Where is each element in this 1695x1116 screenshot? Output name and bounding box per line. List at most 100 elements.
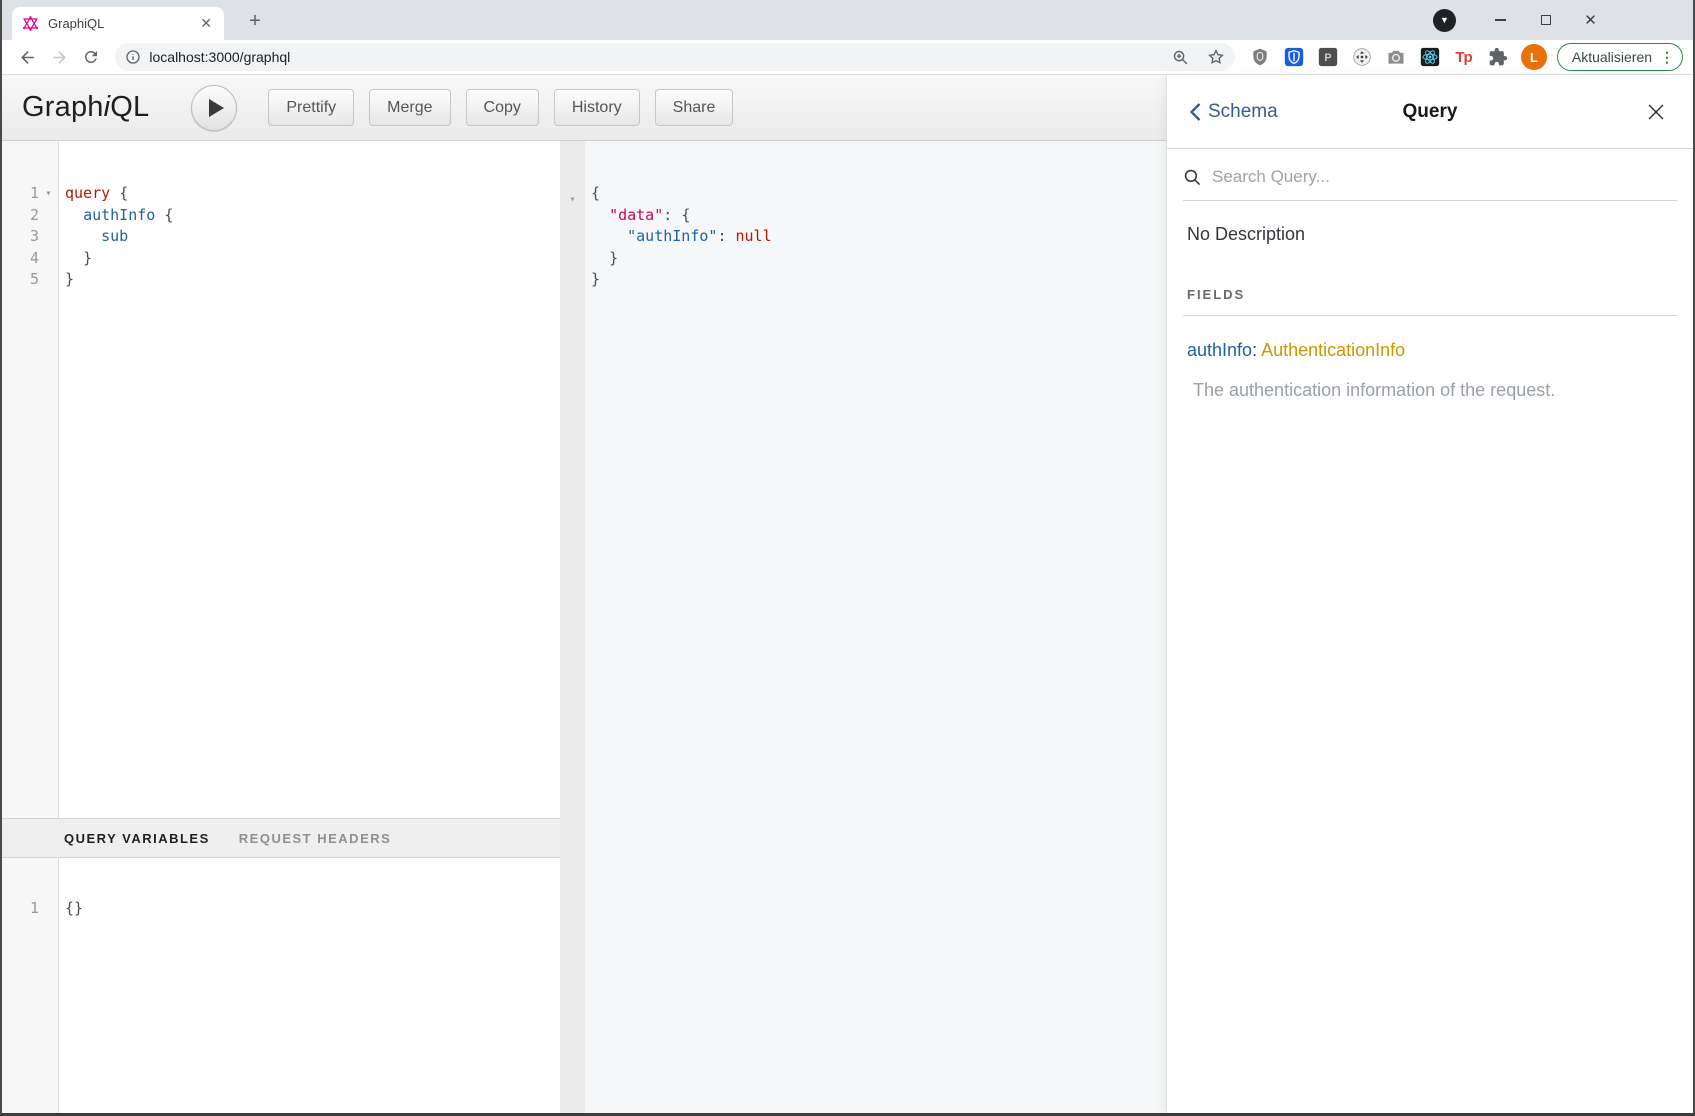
forward-icon[interactable] bbox=[46, 43, 74, 71]
tampermonkey-icon[interactable]: Tp bbox=[1453, 47, 1474, 68]
ublock-icon[interactable] bbox=[1249, 47, 1270, 68]
kebab-menu-icon[interactable]: ⋮ bbox=[1660, 49, 1674, 66]
search-icon bbox=[1183, 168, 1202, 187]
merge-button[interactable]: Merge bbox=[369, 89, 450, 126]
tab-query-variables[interactable]: QUERY VARIABLES bbox=[64, 831, 210, 846]
query-editor-code[interactable]: query { authInfo { sub }} bbox=[59, 141, 560, 818]
fold-arrow-icon[interactable]: ▾ bbox=[569, 194, 575, 205]
doc-divider bbox=[1183, 315, 1677, 316]
doc-back-link[interactable]: Schema bbox=[1189, 101, 1278, 123]
gutter-line: 2 bbox=[2, 205, 58, 227]
search-input[interactable] bbox=[1212, 167, 1677, 187]
graphiql-app: GraphiQL Prettify Merge Copy History Sha… bbox=[2, 75, 1693, 1113]
browser-update-chevron-icon[interactable]: ▼ bbox=[1433, 9, 1456, 32]
svg-text:P: P bbox=[1324, 52, 1331, 64]
editor-column: GraphiQL Prettify Merge Copy History Sha… bbox=[2, 75, 1166, 1113]
code-line: "data": { bbox=[591, 205, 1166, 227]
result-pane: ▾ { "data": { "authInfo": null }} bbox=[560, 141, 1166, 1113]
zoom-icon[interactable] bbox=[1172, 49, 1189, 66]
window-maximize-button[interactable] bbox=[1523, 4, 1568, 36]
line-number: 3 bbox=[2, 226, 39, 248]
gutter-line: 4 bbox=[2, 248, 58, 270]
new-tab-button[interactable]: + bbox=[242, 10, 268, 34]
bitwarden-icon[interactable] bbox=[1283, 47, 1304, 68]
variables-editor-gutter: 1 bbox=[2, 858, 59, 1113]
logo-text: Graph bbox=[22, 91, 104, 123]
result-viewer-code[interactable]: { "data": { "authInfo": null }} bbox=[585, 141, 1166, 1113]
code-line: "authInfo": null bbox=[591, 226, 1166, 248]
variables-editor[interactable]: 1 {} bbox=[2, 858, 560, 1113]
code-line: {} bbox=[65, 898, 560, 920]
fold-spacer bbox=[39, 226, 58, 248]
query-pane: 1▾2345 query { authInfo { sub }} QUERY V… bbox=[2, 141, 560, 1113]
execute-query-button[interactable] bbox=[191, 85, 237, 131]
bookmark-star-icon[interactable] bbox=[1207, 48, 1225, 66]
doc-explorer-header: Schema Query bbox=[1167, 75, 1693, 149]
window-close-button[interactable]: ✕ bbox=[1568, 4, 1613, 36]
share-button[interactable]: Share bbox=[655, 89, 734, 126]
gutter-line: 1 bbox=[2, 898, 58, 920]
window-minimize-button[interactable] bbox=[1478, 4, 1523, 36]
tab-strip: GraphiQL ✕ + ▼ ✕ bbox=[2, 0, 1693, 40]
fold-spacer bbox=[39, 248, 58, 270]
query-editor[interactable]: 1▾2345 query { authInfo { sub }} bbox=[2, 141, 560, 818]
variables-editor-code[interactable]: {} bbox=[59, 858, 560, 1113]
close-icon bbox=[1645, 101, 1667, 123]
p-extension-icon[interactable]: P bbox=[1317, 47, 1338, 68]
variables-title-bar: QUERY VARIABLES REQUEST HEADERS bbox=[2, 818, 560, 858]
extensions-row: P Tp bbox=[1249, 47, 1508, 68]
back-icon[interactable] bbox=[14, 43, 42, 71]
browser-tab-graphiql[interactable]: GraphiQL ✕ bbox=[12, 7, 224, 40]
browser-window: GraphiQL ✕ + ▼ ✕ localhost:3000/graphql bbox=[0, 0, 1695, 1116]
gutter-line: 5 bbox=[2, 269, 58, 291]
fold-arrow-icon[interactable]: ▾ bbox=[39, 183, 58, 205]
code-line: { bbox=[591, 183, 1166, 205]
history-button[interactable]: History bbox=[554, 89, 640, 126]
code-line: sub bbox=[65, 226, 560, 248]
logo-text: QL bbox=[110, 91, 149, 123]
copy-button[interactable]: Copy bbox=[466, 89, 539, 126]
doc-close-button[interactable] bbox=[1645, 101, 1667, 123]
react-devtools-icon[interactable] bbox=[1419, 47, 1440, 68]
field-type-link[interactable]: AuthenticationInfo bbox=[1261, 340, 1405, 360]
extensions-puzzle-icon[interactable] bbox=[1487, 47, 1508, 68]
line-number: 4 bbox=[2, 248, 39, 270]
chevron-left-icon bbox=[1189, 102, 1202, 122]
window-controls: ▼ ✕ bbox=[1433, 0, 1613, 40]
url-text[interactable]: localhost:3000/graphql bbox=[149, 49, 1172, 65]
update-button-label: Aktualisieren bbox=[1572, 49, 1652, 65]
tab-request-headers[interactable]: REQUEST HEADERS bbox=[239, 831, 392, 846]
code-line: } bbox=[591, 269, 1166, 291]
doc-no-description: No Description bbox=[1187, 224, 1673, 245]
gutter-line: 3 bbox=[2, 226, 58, 248]
tab-close-icon[interactable]: ✕ bbox=[198, 15, 214, 32]
browser-toolbar: localhost:3000/graphql P bbox=[2, 40, 1693, 75]
code-line: } bbox=[65, 248, 560, 270]
play-icon bbox=[209, 99, 224, 117]
graphiql-topbar: GraphiQL Prettify Merge Copy History Sha… bbox=[2, 75, 1166, 141]
prettify-button[interactable]: Prettify bbox=[268, 89, 354, 126]
toolbar-buttons: Prettify Merge Copy History Share bbox=[268, 89, 733, 126]
graphql-favicon-icon bbox=[22, 15, 39, 32]
query-editor-gutter: 1▾2345 bbox=[2, 141, 59, 818]
doc-search bbox=[1183, 167, 1677, 201]
code-line: } bbox=[65, 269, 560, 291]
line-number: 5 bbox=[2, 269, 39, 291]
profile-avatar[interactable]: L bbox=[1521, 44, 1547, 70]
code-line: authInfo { bbox=[65, 205, 560, 227]
field-name-link[interactable]: authInfo bbox=[1187, 340, 1252, 360]
address-bar[interactable]: localhost:3000/graphql bbox=[115, 43, 1235, 71]
move-cross-icon[interactable] bbox=[1351, 47, 1372, 68]
result-fold-gutter: ▾ bbox=[560, 141, 585, 1113]
fold-spacer bbox=[39, 269, 58, 291]
graphiql-logo: GraphiQL bbox=[22, 91, 149, 124]
page-info-icon[interactable] bbox=[125, 49, 141, 65]
doc-field-row: authInfo: AuthenticationInfo bbox=[1187, 340, 1673, 361]
code-line: } bbox=[591, 248, 1166, 270]
reload-icon[interactable] bbox=[78, 43, 106, 71]
update-button[interactable]: Aktualisieren ⋮ bbox=[1557, 43, 1683, 71]
doc-fields-header: FIELDS bbox=[1187, 287, 1673, 302]
code-line: query { bbox=[65, 183, 560, 205]
line-number: 1 bbox=[2, 898, 39, 920]
camera-icon[interactable] bbox=[1385, 47, 1406, 68]
